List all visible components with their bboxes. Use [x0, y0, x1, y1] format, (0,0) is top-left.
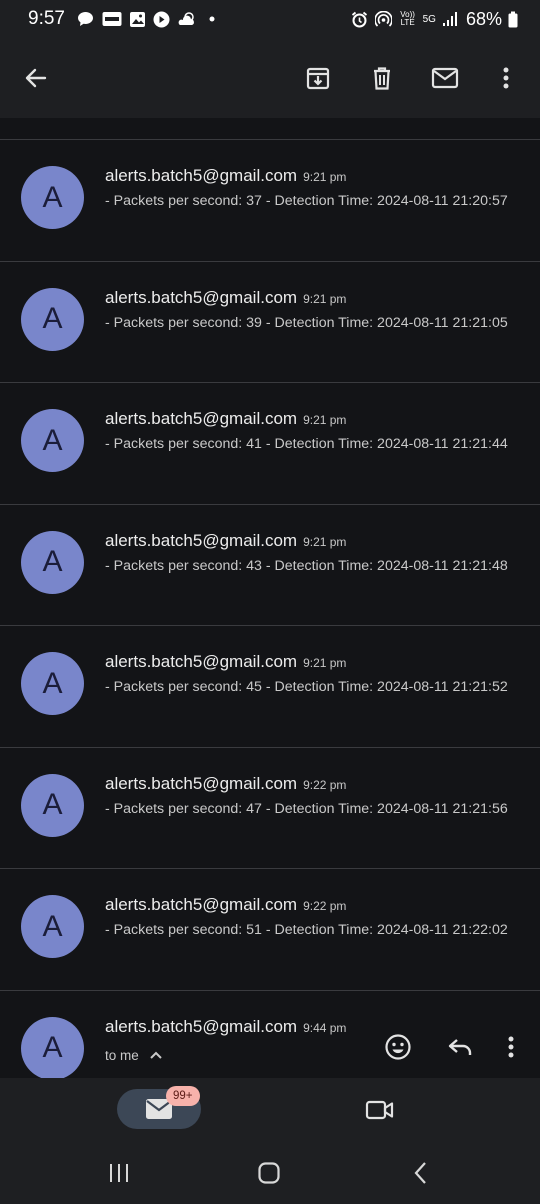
sender-line: alerts.batch5@gmail.com 9:21 pm	[105, 409, 346, 429]
avatar[interactable]: A	[21, 895, 84, 958]
gmail-thread-screen: 9:57 Vo)) LTE 5G 68% A alerts.batch5@gma…	[0, 0, 540, 1204]
sender-line: alerts.batch5@gmail.com 9:44 pm	[105, 1017, 346, 1037]
message-row[interactable]: A alerts.batch5@gmail.com 9:21 pm - Packe…	[0, 261, 540, 383]
message-snippet: - Packets per second: 47 - Detection Tim…	[105, 800, 508, 817]
volte-icon: Vo)) LTE	[400, 10, 415, 27]
message-row[interactable]: A alerts.batch5@gmail.com 9:21 pm - Packe…	[0, 383, 540, 505]
sender-email: alerts.batch5@gmail.com	[105, 895, 298, 914]
message-snippet: - Packets per second: 43 - Detection Tim…	[105, 557, 508, 574]
archive-icon	[306, 67, 330, 90]
message-row[interactable]: A alerts.batch5@gmail.com 9:21 pm - Packe…	[0, 626, 540, 748]
sender-email: alerts.batch5@gmail.com	[105, 530, 298, 550]
delete-button[interactable]	[362, 58, 402, 98]
sender-email: alerts.batch5@gmail.com	[105, 409, 298, 428]
sender-email: alerts.batch5@gmail.com	[105, 287, 298, 307]
avatar[interactable]: A	[21, 287, 84, 351]
message-list: A alerts.batch5@gmail.com 9:21 pm - Packe…	[0, 118, 540, 1080]
message-more-button[interactable]	[499, 1027, 523, 1067]
message-time: 9:21 pm	[303, 534, 347, 549]
avatar[interactable]: A	[21, 530, 84, 594]
sender-line: alerts.batch5@gmail.com 9:22 pm	[105, 895, 346, 915]
message-snippet: - Packets per second: 39 - Detection Tim…	[105, 314, 508, 331]
message-snippet: - Packets per second: 41 - Detection Tim…	[105, 436, 508, 452]
weather-icon	[177, 10, 197, 28]
sender-line: alerts.batch5@gmail.com 9:21 pm	[105, 166, 346, 186]
avatar[interactable]: A	[21, 652, 84, 715]
notification-icons	[77, 10, 221, 28]
message-snippet: - Packets per second: 51 - Detection Tim…	[105, 922, 508, 938]
sender-line: alerts.batch5@gmail.com 9:21 pm	[105, 288, 346, 308]
message-time: 9:22 pm	[303, 777, 347, 792]
nav-meet-tab[interactable]	[364, 1094, 396, 1126]
hotspot-icon	[375, 10, 393, 28]
expanded-message-header: A alerts.batch5@gmail.com 9:44 pm to me	[0, 990, 540, 1080]
system-back-button[interactable]	[406, 1160, 436, 1186]
sender-email: alerts.batch5@gmail.com	[105, 652, 298, 671]
status-right: Vo)) LTE 5G 68%	[351, 9, 518, 30]
bottom-navigation: 99+	[0, 1078, 540, 1142]
message-time: 9:22 pm	[303, 899, 347, 913]
status-time: 9:57	[28, 8, 65, 29]
message-row[interactable]: A alerts.batch5@gmail.com 9:21 pm - Packe…	[0, 140, 540, 262]
sender-email: alerts.batch5@gmail.com	[105, 166, 298, 185]
alarm-icon	[351, 10, 369, 28]
gallery-icon	[129, 10, 147, 28]
back-arrow-icon	[25, 68, 47, 88]
more-vert-icon	[508, 1036, 514, 1057]
battery-percent: 68%	[465, 8, 502, 29]
avatar[interactable]: A	[21, 1016, 84, 1080]
avatar[interactable]: A	[21, 409, 84, 472]
emoji-icon	[385, 1033, 411, 1060]
recents-icon	[110, 1164, 128, 1182]
unread-badge: 99+	[166, 1086, 200, 1106]
reply-icon	[448, 1038, 472, 1055]
message-time: 9:44 pm	[303, 1020, 347, 1035]
list-top-divider	[0, 118, 540, 140]
sender-line: alerts.batch5@gmail.com 9:21 pm	[105, 531, 346, 551]
network-type: 5G	[422, 13, 436, 25]
chevron-up-icon	[150, 1051, 162, 1059]
message-time: 9:21 pm	[303, 656, 347, 670]
archive-button[interactable]	[298, 58, 338, 98]
dot-icon	[203, 10, 221, 28]
sender-line: alerts.batch5@gmail.com 9:21 pm	[105, 652, 346, 672]
more-vert-icon	[503, 67, 509, 89]
message-time: 9:21 pm	[303, 413, 347, 427]
message-time: 9:21 pm	[303, 291, 347, 306]
message-snippet: - Packets per second: 45 - Detection Tim…	[105, 679, 508, 695]
message-row[interactable]: A alerts.batch5@gmail.com 9:22 pm - Packe…	[0, 747, 540, 869]
home-icon	[258, 1162, 280, 1184]
recipient-details-toggle[interactable]: to me	[105, 1048, 163, 1063]
back-chevron-icon	[414, 1162, 426, 1184]
news-icon	[101, 10, 123, 28]
signal-icon	[442, 10, 460, 28]
recent-apps-button[interactable]	[104, 1160, 134, 1186]
home-button[interactable]	[254, 1160, 284, 1186]
avatar[interactable]: A	[21, 773, 84, 837]
more-options-button[interactable]	[486, 58, 526, 98]
top-app-bar	[0, 38, 540, 118]
message-time: 9:21 pm	[303, 170, 347, 184]
youtube-icon	[153, 10, 171, 28]
avatar[interactable]: A	[21, 166, 84, 229]
battery-icon	[508, 10, 518, 28]
mark-unread-icon	[431, 67, 459, 89]
system-navigation-bar	[0, 1142, 540, 1204]
video-camera-icon	[365, 1100, 394, 1120]
message-row[interactable]: A alerts.batch5@gmail.com 9:21 pm - Packe…	[0, 504, 540, 626]
sender-line: alerts.batch5@gmail.com 9:22 pm	[105, 774, 346, 794]
message-row[interactable]: A alerts.batch5@gmail.com 9:22 pm - Packe…	[0, 869, 540, 991]
reply-button[interactable]	[440, 1027, 480, 1067]
message-snippet: - Packets per second: 37 - Detection Tim…	[105, 193, 508, 209]
delete-icon	[374, 67, 390, 90]
status-bar: 9:57 Vo)) LTE 5G 68%	[0, 0, 540, 38]
chat-icon	[77, 10, 95, 28]
add-reaction-button[interactable]	[378, 1027, 418, 1067]
sender-email[interactable]: alerts.batch5@gmail.com	[105, 1017, 297, 1036]
mark-unread-button[interactable]	[425, 58, 465, 98]
recipient-label: to me	[105, 1047, 139, 1063]
sender-email: alerts.batch5@gmail.com	[105, 773, 298, 793]
back-button[interactable]	[16, 58, 56, 98]
